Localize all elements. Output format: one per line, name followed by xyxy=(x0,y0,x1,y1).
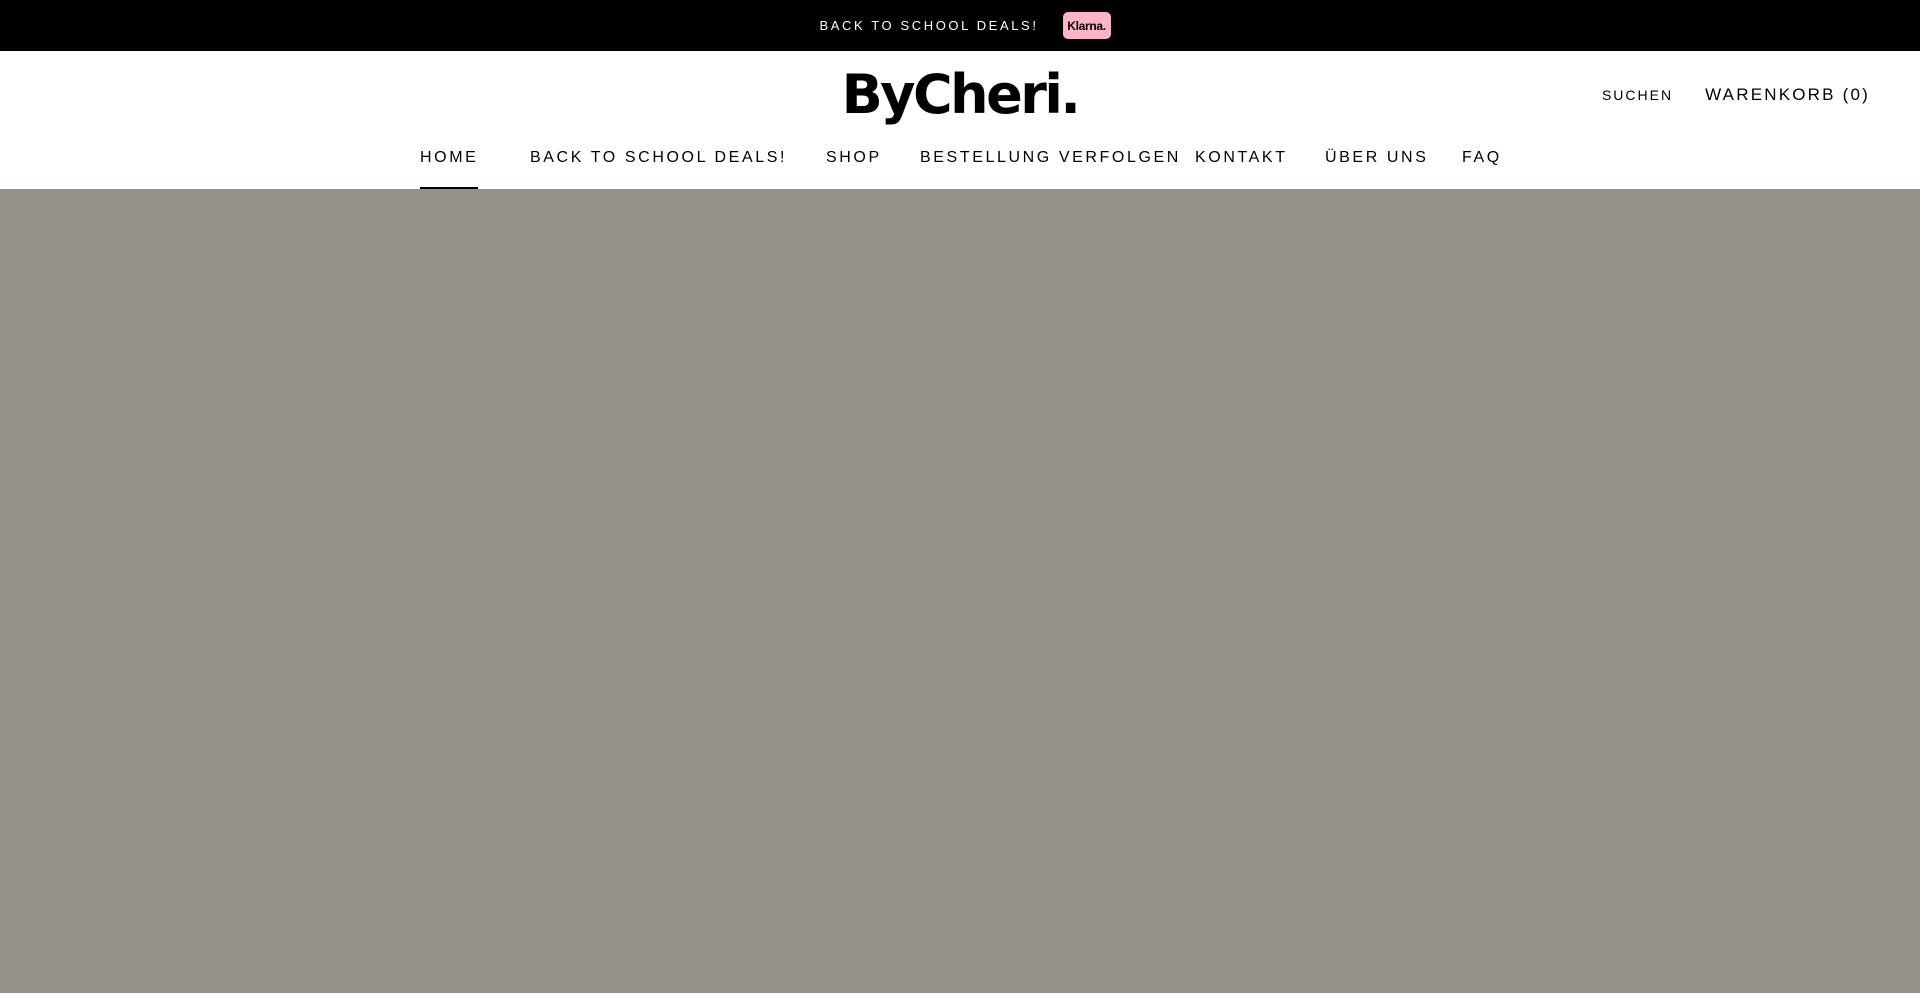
klarna-logo: Klarna. xyxy=(1062,12,1111,39)
site-header: ByCheri. SUCHEN WARENKORB (0) HOME BACK … xyxy=(0,51,1920,189)
nav-item-about-us[interactable]: ÜBER UNS xyxy=(1325,147,1428,189)
main-navigation: HOME BACK TO SCHOOL DEALS! SHOP BESTELLU… xyxy=(0,147,1920,189)
search-link[interactable]: SUCHEN xyxy=(1602,87,1673,103)
nav-item-back-to-school-deals[interactable]: BACK TO SCHOOL DEALS! xyxy=(530,147,787,189)
header-actions: SUCHEN WARENKORB (0) xyxy=(1602,85,1870,105)
announcement-bar: BACK TO SCHOOL DEALS! Klarna. xyxy=(0,0,1920,51)
site-logo[interactable]: ByCheri. xyxy=(842,63,1081,127)
announcement-link[interactable]: BACK TO SCHOOL DEALS! xyxy=(819,18,1038,33)
nav-item-home[interactable]: HOME xyxy=(420,147,479,189)
cart-link[interactable]: WARENKORB (0) xyxy=(1705,85,1870,105)
nav-item-track-order[interactable]: BESTELLUNG VERFOLGEN xyxy=(920,147,1181,189)
nav-item-contact[interactable]: KONTAKT xyxy=(1195,147,1288,189)
nav-item-shop[interactable]: SHOP xyxy=(826,147,882,189)
nav-item-faq[interactable]: FAQ xyxy=(1462,147,1502,189)
hero-banner[interactable] xyxy=(0,189,1920,993)
